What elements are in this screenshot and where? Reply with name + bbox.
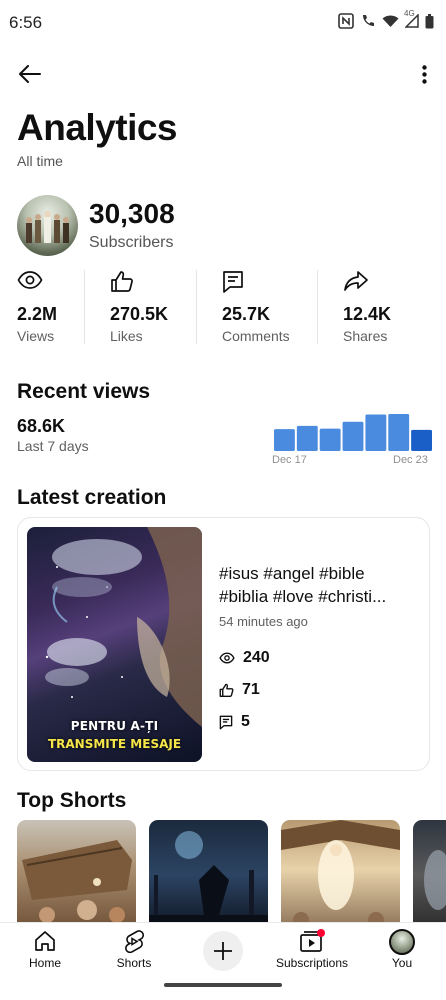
wifi-call-icon — [360, 13, 376, 29]
stat-value: 12.4K — [343, 304, 392, 324]
stat-comments[interactable]: 25.7K Comments — [222, 266, 312, 348]
home-icon — [33, 929, 57, 958]
thumbnail-caption: TRANSMITE MESAJE — [47, 737, 182, 751]
chart-bar-dec-17 — [274, 429, 295, 451]
chart-bar-dec-23 — [411, 429, 432, 451]
video-comments-value: 5 — [241, 713, 250, 730]
avatar-figures-image — [26, 210, 69, 243]
thumb-up-icon — [110, 270, 134, 297]
stat-likes[interactable]: 270.5K Likes — [110, 266, 190, 348]
divider — [84, 270, 85, 344]
chart-tick-start: Dec 17 — [272, 454, 307, 466]
stat-label: Shares — [343, 328, 388, 344]
nav-you-label: You — [391, 956, 413, 970]
nav-shorts[interactable]: Shorts — [89, 923, 179, 979]
video-thumbnail[interactable]: PENTRU A-ȚI TRANSMITE MESAJE — [27, 527, 202, 762]
nfc-icon — [338, 13, 354, 29]
subscriber-label: Subscribers — [89, 234, 174, 251]
video-title-line: #biblia #love #christi... — [219, 587, 387, 606]
status-bar: 6:56 4G — [0, 0, 446, 46]
share-icon — [343, 270, 369, 297]
nav-home[interactable]: Home — [0, 923, 90, 979]
recent-views-value[interactable]: 68.6K — [17, 416, 65, 437]
divider — [196, 270, 197, 344]
back-button[interactable] — [14, 60, 46, 88]
comment-icon — [219, 715, 233, 729]
video-title[interactable]: #isus #angel #bible #biblia #love #chris… — [219, 562, 419, 608]
chart-bar-dec-19 — [319, 428, 341, 451]
chart-tick-end: Dec 23 — [393, 454, 428, 466]
nav-home-label: Home — [28, 956, 61, 970]
more-options-button[interactable] — [414, 60, 434, 88]
nav-subscriptions-label: Subscriptions — [275, 956, 349, 970]
short-thumbnail[interactable] — [281, 820, 400, 922]
latest-creation-card[interactable]: PENTRU A-ȚI TRANSMITE MESAJE #isus #ange… — [17, 517, 430, 771]
signal-icon: 4G — [404, 9, 419, 28]
video-likes-metric: 71 — [219, 681, 260, 699]
date-range-label: All time — [17, 153, 63, 169]
channel-avatar[interactable] — [17, 195, 78, 256]
video-likes-value: 71 — [242, 681, 260, 698]
gesture-bar — [164, 983, 282, 987]
chart-bar-dec-21 — [365, 414, 387, 451]
page-title: Analytics — [17, 107, 178, 148]
stat-value: 25.7K — [222, 304, 271, 324]
subscriptions-icon — [299, 929, 325, 958]
thumb-up-icon — [219, 683, 234, 697]
stat-value: 270.5K — [110, 304, 169, 324]
plus-icon — [214, 942, 232, 960]
nav-subscriptions[interactable]: Subscriptions — [267, 923, 357, 979]
divider — [317, 270, 318, 344]
arrow-left-icon — [19, 65, 41, 83]
top-app-bar — [0, 52, 446, 96]
stat-shares[interactable]: 12.4K Shares — [343, 266, 413, 348]
stat-label: Comments — [222, 328, 290, 344]
top-shorts-carousel[interactable] — [17, 820, 446, 922]
short-thumbnail[interactable] — [149, 820, 268, 922]
video-title-line: #isus #angel #bible — [219, 564, 365, 583]
short-thumbnail[interactable] — [413, 820, 446, 922]
bottom-navigation: Home Shorts Subscriptions You — [0, 922, 446, 1000]
stats-row: 2.2M Views 270.5K Likes 25.7K Comments 1… — [0, 266, 446, 348]
status-icons: 4G — [338, 9, 434, 29]
subscriber-count: 30,308 — [89, 198, 175, 229]
video-views-metric: 240 — [219, 649, 270, 667]
wifi-icon — [382, 14, 399, 28]
eye-icon — [219, 652, 235, 664]
thumbnail-caption: PENTRU A-ȚI — [70, 719, 159, 733]
chart-bar-dec-18 — [296, 425, 318, 451]
comment-icon — [222, 270, 244, 299]
recent-views-range: Last 7 days — [17, 438, 89, 454]
stat-label: Likes — [110, 328, 143, 344]
nav-you[interactable]: You — [357, 923, 446, 979]
video-published-time: 54 minutes ago — [219, 614, 308, 629]
short-thumbnail[interactable] — [17, 820, 136, 922]
nav-shorts-label: Shorts — [116, 956, 152, 970]
stat-views[interactable]: 2.2M Views — [17, 266, 79, 348]
top-shorts-title: Top Shorts — [17, 789, 127, 812]
battery-icon — [425, 13, 434, 29]
stat-value: 2.2M — [17, 304, 58, 324]
chart-bar-dec-22 — [388, 414, 410, 451]
status-time: 6:56 — [9, 13, 43, 32]
recent-views-title: Recent views — [17, 380, 151, 403]
profile-avatar-icon — [389, 929, 415, 955]
eye-icon — [17, 270, 43, 295]
more-vert-icon — [421, 64, 427, 84]
stat-label: Views — [17, 328, 55, 344]
chart-bar-dec-20 — [342, 421, 364, 451]
video-comments-metric: 5 — [219, 713, 250, 731]
latest-creation-title: Latest creation — [17, 486, 167, 509]
create-button[interactable] — [203, 931, 243, 971]
video-views-value: 240 — [243, 649, 270, 666]
